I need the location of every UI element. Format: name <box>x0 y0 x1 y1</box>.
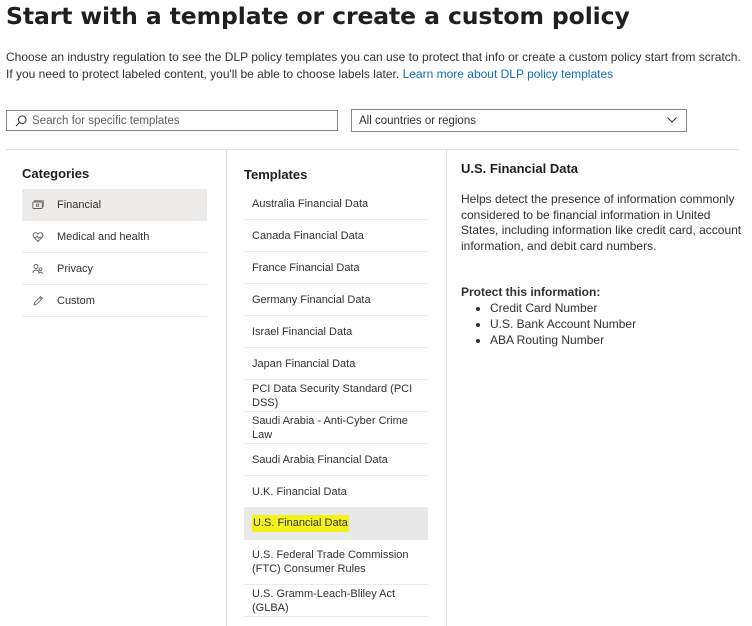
template-item[interactable]: France Financial Data <box>244 252 428 284</box>
learn-more-link[interactable]: Learn more about DLP policy templates <box>403 67 614 81</box>
region-dropdown[interactable]: All countries or regions <box>351 109 687 132</box>
template-label: Japan Financial Data <box>252 357 356 370</box>
categories-list: Financial Medical and health Privacy Cus… <box>22 189 207 317</box>
page-title: Start with a template or create a custom… <box>6 2 630 30</box>
template-item-selected[interactable]: U.S. Financial Data <box>244 508 428 540</box>
category-item-custom[interactable]: Custom <box>22 285 207 317</box>
section-divider <box>6 149 739 150</box>
money-icon <box>32 199 44 209</box>
template-item[interactable]: Saudi Arabia Financial Data <box>244 444 428 476</box>
templates-list: Australia Financial Data Canada Financia… <box>244 188 428 617</box>
template-item[interactable]: Saudi Arabia - Anti-Cyber Crime Law <box>244 412 428 444</box>
column-divider-right <box>446 150 447 626</box>
template-label: France Financial Data <box>252 261 360 274</box>
template-label: U.S. Gramm-Leach-Bliley Act (GLBA) <box>252 587 396 614</box>
protect-info-item: U.S. Bank Account Number <box>490 316 636 332</box>
protect-info-label: Protect this information: <box>461 285 601 299</box>
template-label: Saudi Arabia Financial Data <box>252 453 388 466</box>
chevron-down-icon <box>667 117 677 123</box>
template-label: Canada Financial Data <box>252 229 364 242</box>
category-label: Privacy <box>57 262 94 275</box>
template-label: Saudi Arabia - Anti-Cyber Crime Law <box>252 414 408 441</box>
categories-header: Categories <box>22 166 90 181</box>
protect-info-item: ABA Routing Number <box>490 332 636 348</box>
category-item-privacy[interactable]: Privacy <box>22 253 207 285</box>
heart-icon <box>32 231 44 242</box>
template-item[interactable]: U.S. Gramm-Leach-Bliley Act (GLBA) <box>244 585 428 617</box>
template-item[interactable]: Israel Financial Data <box>244 316 428 348</box>
people-icon <box>32 263 43 274</box>
category-item-financial[interactable]: Financial <box>22 189 207 221</box>
category-label: Financial <box>57 198 102 211</box>
search-icon <box>15 114 27 126</box>
template-search-box[interactable] <box>6 110 338 131</box>
details-description: Helps detect the presence of information… <box>461 192 742 253</box>
category-label: Custom <box>57 294 95 307</box>
template-label: U.S. Federal Trade Commission (FTC) Cons… <box>252 549 409 575</box>
template-label: U.K. Financial Data <box>252 485 347 498</box>
template-item[interactable]: Germany Financial Data <box>244 284 428 316</box>
details-title: U.S. Financial Data <box>461 161 579 176</box>
protect-info-item: Credit Card Number <box>490 300 636 316</box>
search-input[interactable] <box>32 114 337 127</box>
template-item[interactable]: Japan Financial Data <box>244 348 428 380</box>
template-item[interactable]: U.K. Financial Data <box>244 476 428 508</box>
category-label: Medical and health <box>57 230 150 243</box>
column-divider-left <box>226 150 227 626</box>
template-label: Israel Financial Data <box>252 325 353 338</box>
category-item-medical-and-health[interactable]: Medical and health <box>22 221 207 253</box>
templates-header: Templates <box>244 167 308 182</box>
region-selected-value: All countries or regions <box>359 114 476 127</box>
template-item[interactable]: Canada Financial Data <box>244 220 428 252</box>
protect-info-list: Credit Card Number U.S. Bank Account Num… <box>472 300 636 348</box>
template-item[interactable]: U.S. Federal Trade Commission (FTC) Cons… <box>244 540 428 585</box>
template-label: Australia Financial Data <box>252 197 369 210</box>
template-label: Germany Financial Data <box>252 293 371 306</box>
template-label-highlighted: U.S. Financial Data <box>252 515 349 532</box>
page-description: Choose an industry regulation to see the… <box>6 49 746 82</box>
description-text: Choose an industry regulation to see the… <box>6 50 741 81</box>
template-item[interactable]: PCI Data Security Standard (PCI DSS) <box>244 380 428 412</box>
pencil-icon <box>33 295 44 306</box>
template-label: PCI Data Security Standard (PCI DSS) <box>252 382 413 409</box>
template-item[interactable]: Australia Financial Data <box>244 188 428 220</box>
